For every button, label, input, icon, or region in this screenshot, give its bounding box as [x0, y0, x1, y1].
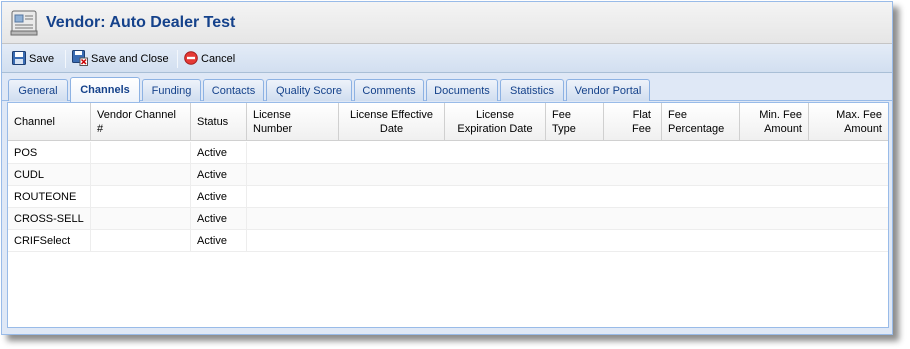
table-row[interactable]: CRIFSelect Active [8, 230, 888, 252]
tab-label: Funding [151, 84, 192, 97]
cell-channel: CROSS-SELL [8, 208, 91, 230]
tab-label: Quality Score [275, 84, 343, 97]
tab-general[interactable]: General [8, 79, 68, 101]
tab-strip: General Channels Funding Contacts Qualit… [2, 73, 892, 102]
tab-comments[interactable]: Comments [354, 79, 424, 101]
cell-status: Active [191, 164, 247, 186]
tab-documents[interactable]: Documents [426, 79, 498, 101]
cancel-button[interactable]: Cancel [184, 50, 235, 68]
page-title: Vendor: Auto Dealer Test [46, 14, 236, 31]
cell-status: Active [191, 186, 247, 208]
column-header-license-number[interactable]: License Number [247, 103, 339, 141]
floppy-disk-icon [12, 50, 26, 68]
column-header-vendor-channel[interactable]: Vendor Channel # [91, 103, 191, 141]
cell-vendor-channel [91, 208, 191, 230]
column-header-status[interactable]: Status [191, 103, 247, 141]
tab-label: Documents [434, 84, 490, 97]
save-button[interactable]: Save [12, 50, 54, 68]
tab-label: Channels [80, 84, 130, 96]
save-close-icon [72, 49, 88, 69]
tab-funding[interactable]: Funding [142, 79, 201, 101]
cell-vendor-channel [91, 164, 191, 186]
grid-header: Channel Vendor Channel # Status License … [8, 103, 888, 141]
tab-channels[interactable]: Channels [70, 77, 140, 102]
cell-vendor-channel [91, 186, 191, 208]
column-header-fee-type[interactable]: Fee Type [546, 103, 604, 141]
column-header-license-expiration-date[interactable]: License Expiration Date [445, 103, 546, 141]
cell-channel: POS [8, 142, 91, 164]
tab-label: Vendor Portal [574, 84, 642, 97]
tab-label: General [18, 84, 58, 97]
column-header-max-fee-amount[interactable]: Max. Fee Amount [809, 103, 888, 141]
cell-vendor-channel [91, 142, 191, 164]
tab-statistics[interactable]: Statistics [500, 79, 564, 101]
cell-channel: ROUTEONE [8, 186, 91, 208]
tab-label: Contacts [211, 84, 256, 97]
tab-contacts[interactable]: Contacts [203, 79, 264, 101]
column-header-channel[interactable]: Channel [8, 103, 91, 141]
tab-label: Comments [362, 84, 416, 97]
table-row[interactable]: POS Active [8, 142, 888, 164]
vendor-window: Vendor: Auto Dealer Test Save Save and C… [1, 1, 893, 335]
vendor-form-icon [9, 8, 39, 38]
tab-vendor-portal[interactable]: Vendor Portal [566, 79, 650, 101]
save-button-label: Save [29, 53, 55, 65]
tab-quality-score[interactable]: Quality Score [266, 79, 352, 101]
column-header-license-effective-date[interactable]: License Effective Date [339, 103, 445, 141]
table-row[interactable]: ROUTEONE Active [8, 186, 888, 208]
save-and-close-button[interactable]: Save and Close [72, 49, 169, 69]
cell-status: Active [191, 230, 247, 252]
tab-label: Statistics [509, 84, 554, 97]
cell-vendor-channel [91, 230, 191, 252]
column-header-fee-percentage[interactable]: Fee Percentage [662, 103, 740, 141]
cell-status: Active [191, 208, 247, 230]
cell-channel: CUDL [8, 164, 91, 186]
table-row[interactable]: CUDL Active [8, 164, 888, 186]
column-header-min-fee-amount[interactable]: Min. Fee Amount [740, 103, 809, 141]
cell-status: Active [191, 142, 247, 164]
cell-channel: CRIFSelect [8, 230, 91, 252]
channels-grid: Channel Vendor Channel # Status License … [7, 102, 889, 328]
cancel-icon [184, 50, 198, 68]
column-header-flat-fee[interactable]: Flat Fee [604, 103, 662, 141]
cancel-button-label: Cancel [201, 53, 236, 65]
table-row[interactable]: CROSS-SELL Active [8, 208, 888, 230]
save-and-close-label: Save and Close [91, 53, 169, 65]
toolbar-separator [177, 50, 178, 68]
toolbar: Save Save and Close Cancel [2, 44, 892, 73]
toolbar-separator [65, 50, 66, 68]
title-bar: Vendor: Auto Dealer Test [2, 2, 892, 44]
